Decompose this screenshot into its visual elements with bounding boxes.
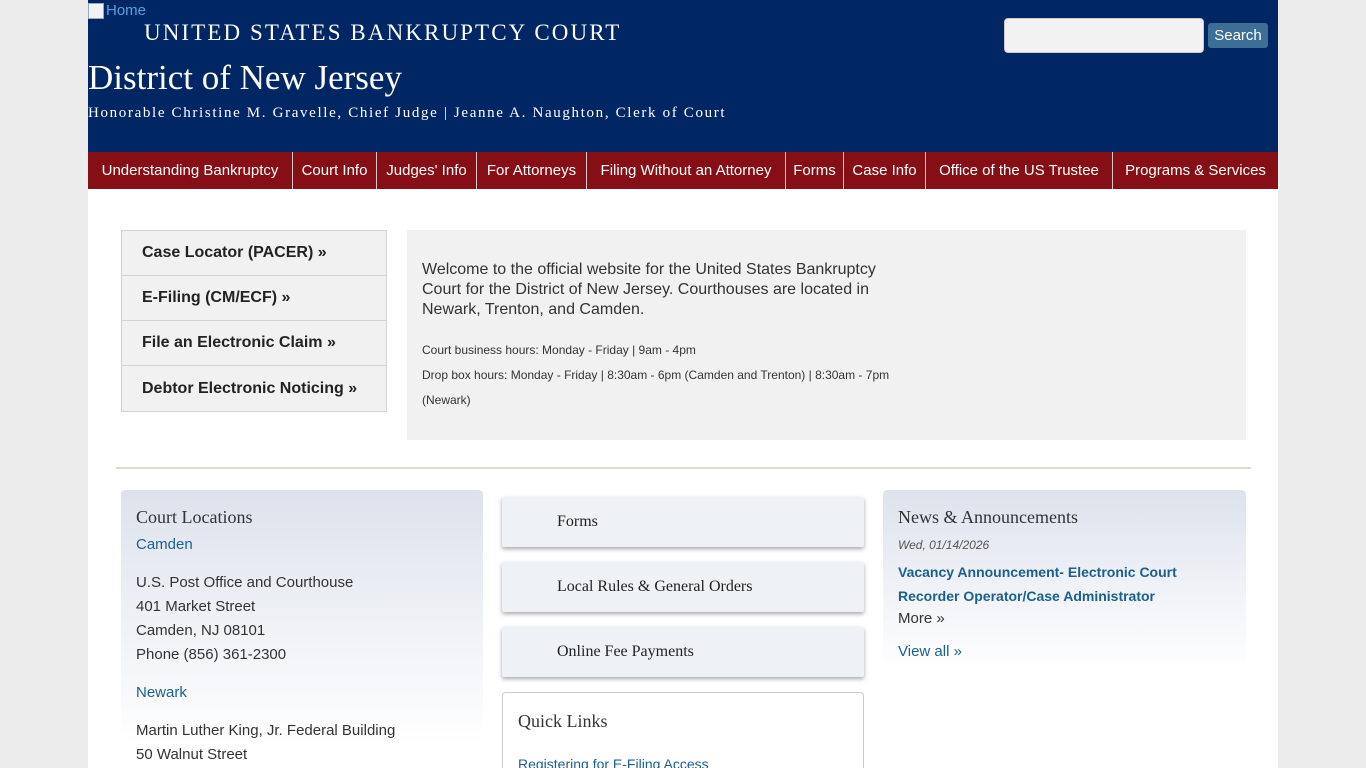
main-nav: Understanding Bankruptcy Court Info Judg… bbox=[88, 152, 1278, 189]
site-header: Home UNITED STATES BANKRUPTCY COURT Dist… bbox=[88, 0, 1278, 152]
nav-us-trustee[interactable]: Office of the US Trustee bbox=[926, 152, 1113, 189]
nav-court-info[interactable]: Court Info bbox=[293, 152, 377, 189]
news-panel: News & Announcements Wed, 01/14/2026 Vac… bbox=[883, 490, 1246, 702]
nav-programs-services[interactable]: Programs & Services bbox=[1113, 152, 1278, 189]
nav-filing-without-attorney[interactable]: Filing Without an Attorney bbox=[587, 152, 786, 189]
quick-buttons: Case Locator (PACER) » E-Filing (CM/ECF)… bbox=[121, 230, 387, 412]
electronic-claim-button[interactable]: File an Electronic Claim » bbox=[122, 321, 386, 366]
quick-links-panel: Quick Links Registering for E-Filing Acc… bbox=[502, 692, 864, 768]
address-line: 50 Walnut Street bbox=[136, 746, 248, 763]
welcome-text: Welcome to the official website for the … bbox=[422, 261, 876, 318]
address-line: Martin Luther King, Jr. Federal Building bbox=[136, 722, 396, 739]
home-link-text: Home bbox=[106, 2, 147, 19]
local-rules-feature-button[interactable]: Local Rules & General Orders bbox=[502, 562, 864, 612]
online-fee-payments-button[interactable]: Online Fee Payments bbox=[502, 627, 864, 677]
nav-forms[interactable]: Forms bbox=[786, 152, 844, 189]
forms-feature-button[interactable]: Forms bbox=[502, 497, 864, 547]
page: Home UNITED STATES BANKRUPTCY COURT Dist… bbox=[88, 0, 1278, 768]
view-all-news-link[interactable]: View all » bbox=[898, 643, 1231, 660]
nav-understanding-bankruptcy[interactable]: Understanding Bankruptcy bbox=[88, 152, 293, 189]
news-more-link[interactable]: More » bbox=[898, 610, 1231, 627]
dropbox-hours: Drop box hours: Monday - Friday | 8:30am… bbox=[422, 368, 890, 407]
district-title: District of New Jersey bbox=[88, 58, 402, 97]
news-headline-link[interactable]: Vacancy Announcement- Electronic Court R… bbox=[898, 560, 1231, 608]
section-divider bbox=[116, 467, 1251, 469]
location-newark-link[interactable]: Newark bbox=[136, 682, 468, 704]
news-date: Wed, 01/14/2026 bbox=[898, 538, 990, 552]
camden-address: U.S. Post Office and Courthouse 401 Mark… bbox=[136, 571, 468, 667]
court-locations-title: Court Locations bbox=[136, 507, 253, 527]
address-line: U.S. Post Office and Courthouse bbox=[136, 574, 354, 591]
court-locations-panel: Court Locations Camden U.S. Post Office … bbox=[121, 490, 483, 768]
nav-case-info[interactable]: Case Info bbox=[844, 152, 926, 189]
newark-address: Martin Luther King, Jr. Federal Building… bbox=[136, 719, 468, 767]
search-input[interactable] bbox=[1004, 18, 1204, 53]
debtor-noticing-button[interactable]: Debtor Electronic Noticing » bbox=[122, 366, 386, 411]
court-officials: Honorable Christine M. Gravelle, Chief J… bbox=[88, 105, 727, 121]
location-camden-link[interactable]: Camden bbox=[136, 534, 468, 556]
case-locator-button[interactable]: Case Locator (PACER) » bbox=[122, 231, 386, 276]
phone-line: Phone (856) 361-2300 bbox=[136, 646, 287, 663]
nav-judges-info[interactable]: Judges' Info bbox=[377, 152, 477, 189]
news-title: News & Announcements bbox=[898, 507, 1078, 527]
business-hours: Court business hours: Monday - Friday | … bbox=[422, 343, 696, 357]
quick-link-efiling-access[interactable]: Registering for E-Filing Access bbox=[518, 756, 848, 768]
nav-for-attorneys[interactable]: For Attorneys bbox=[477, 152, 587, 189]
quick-links-title: Quick Links bbox=[518, 711, 608, 731]
home-link[interactable]: Home bbox=[88, 2, 146, 19]
home-image-icon bbox=[88, 2, 104, 19]
e-filing-button[interactable]: E-Filing (CM/ECF) » bbox=[122, 276, 386, 321]
address-line: 401 Market Street bbox=[136, 598, 256, 615]
welcome-panel: Welcome to the official website for the … bbox=[407, 230, 1246, 440]
court-name: UNITED STATES BANKRUPTCY COURT bbox=[144, 20, 622, 45]
address-line: Camden, NJ 08101 bbox=[136, 622, 266, 639]
search-button[interactable]: Search bbox=[1208, 23, 1268, 48]
